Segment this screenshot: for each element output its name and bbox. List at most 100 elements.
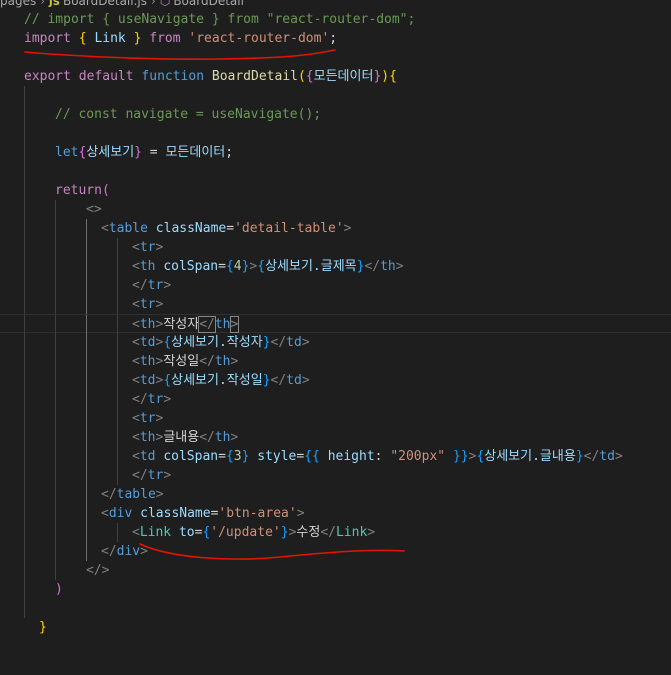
jsx-bracket: </ (132, 278, 148, 293)
operator: = (226, 221, 235, 236)
indent-guide (86, 447, 87, 466)
indent-guide (117, 238, 118, 257)
jsx-component: Link (335, 525, 368, 540)
code-line (0, 124, 671, 143)
jsx-tag: tr (139, 297, 156, 312)
jsx-bracket: > (395, 259, 404, 274)
indent-guide (86, 428, 87, 447)
jsx-fragment: </> (86, 563, 110, 578)
jsx-bracket: </ (199, 354, 215, 369)
paren: ( (101, 183, 110, 198)
indent-guide (55, 333, 56, 352)
jsx-text: 글내용 (163, 430, 200, 445)
paren: ( (297, 69, 306, 84)
indent-guide (24, 276, 25, 295)
brace: { (389, 69, 397, 84)
jsx-bracket: </ (320, 525, 336, 540)
code-line: import { Link } from 'react-router-dom'; (0, 29, 671, 48)
code-line: </tr> (0, 390, 671, 409)
indent-guide (86, 333, 87, 352)
code-line: <th>작성일</th> (0, 352, 671, 371)
indent-guide (55, 219, 56, 238)
indent-guide (55, 523, 56, 542)
code-editor[interactable]: // import { useNavigate } from "react-ro… (0, 0, 671, 653)
indent-guide (24, 86, 25, 105)
code-line: } (0, 618, 671, 637)
matched-bracket: </ (198, 316, 216, 333)
brace: } (262, 373, 271, 388)
indent-guide (24, 466, 25, 485)
indent-guide (117, 390, 118, 409)
indent-guide (24, 409, 25, 428)
jsx-bracket: </ (199, 430, 215, 445)
indent-guide (55, 295, 56, 314)
brace: } (280, 525, 289, 540)
jsx-bracket: < (132, 373, 140, 388)
indent-guide (24, 181, 25, 200)
jsx-fragment: <> (86, 202, 102, 217)
colon: : (374, 449, 391, 464)
jsx-bracket: </ (132, 468, 148, 483)
jsx-tag: div (116, 544, 141, 559)
jsx-attr: style (257, 449, 297, 464)
jsx-bracket: > (301, 373, 310, 388)
indent-guide (55, 428, 56, 447)
indent-guide (24, 315, 25, 334)
number: 4 (233, 259, 242, 274)
string: '/update' (210, 525, 281, 540)
indent-guide (117, 447, 118, 466)
keyword-default: default (78, 69, 134, 84)
jsx-bracket: < (101, 506, 109, 521)
code-line: <> (0, 200, 671, 219)
jsx-tag: th (380, 259, 396, 274)
jsx-tag: th (139, 259, 156, 274)
indent-guide (55, 447, 56, 466)
brace: } (262, 335, 271, 350)
jsx-tag: th (139, 317, 156, 332)
operator: = (218, 449, 226, 464)
jsx-tag: td (139, 373, 156, 388)
brace: }} (452, 449, 469, 464)
param: 모든데이터 (313, 69, 374, 84)
indent-guide (117, 315, 118, 334)
code-line: <tr> (0, 295, 671, 314)
indent-guide (86, 219, 87, 238)
indent-guide (86, 504, 87, 523)
jsx-bracket: < (132, 297, 140, 312)
indent-guide (24, 257, 25, 276)
function-name: BoardDetail (211, 69, 298, 84)
jsx-text: 작성자 (163, 317, 200, 332)
string: "200px" (390, 449, 446, 464)
indent-guide (86, 257, 87, 276)
jsx-bracket: </ (270, 335, 287, 350)
brace: } (133, 31, 142, 46)
jsx-tag: tr (139, 240, 156, 255)
indent-guide (24, 333, 25, 352)
paren: ) (381, 69, 390, 84)
indent-guide (24, 523, 25, 542)
code-line (0, 162, 671, 181)
code-line: <Link to={'/update'}>수정</Link> (0, 523, 671, 542)
code-line: <th colSpan={4}>{상세보기.글제목}</th> (0, 257, 671, 276)
jsx-bracket: > (230, 354, 239, 369)
code-line: </> (0, 561, 671, 580)
string: 'detail-table' (234, 221, 344, 236)
indent-guide (86, 352, 87, 371)
indent-guide (86, 523, 87, 542)
brace: { (225, 259, 234, 274)
indent-guide (55, 542, 56, 561)
jsx-tag: td (286, 373, 302, 388)
jsx-bracket: > (296, 506, 305, 521)
code-line: return( (0, 181, 671, 200)
indent-guide (86, 315, 87, 334)
jsx-tag: tr (139, 411, 156, 426)
jsx-tag: tr (147, 278, 164, 293)
jsx-bracket: > (163, 468, 172, 483)
string: 'btn-area' (218, 506, 297, 521)
indent-guide (24, 580, 25, 599)
operator: = (218, 259, 226, 274)
indent-guide (117, 371, 118, 390)
code-line: </div> (0, 542, 671, 561)
code-line-current: <th>작성자</th> (0, 314, 671, 334)
code-line: <tr> (0, 409, 671, 428)
